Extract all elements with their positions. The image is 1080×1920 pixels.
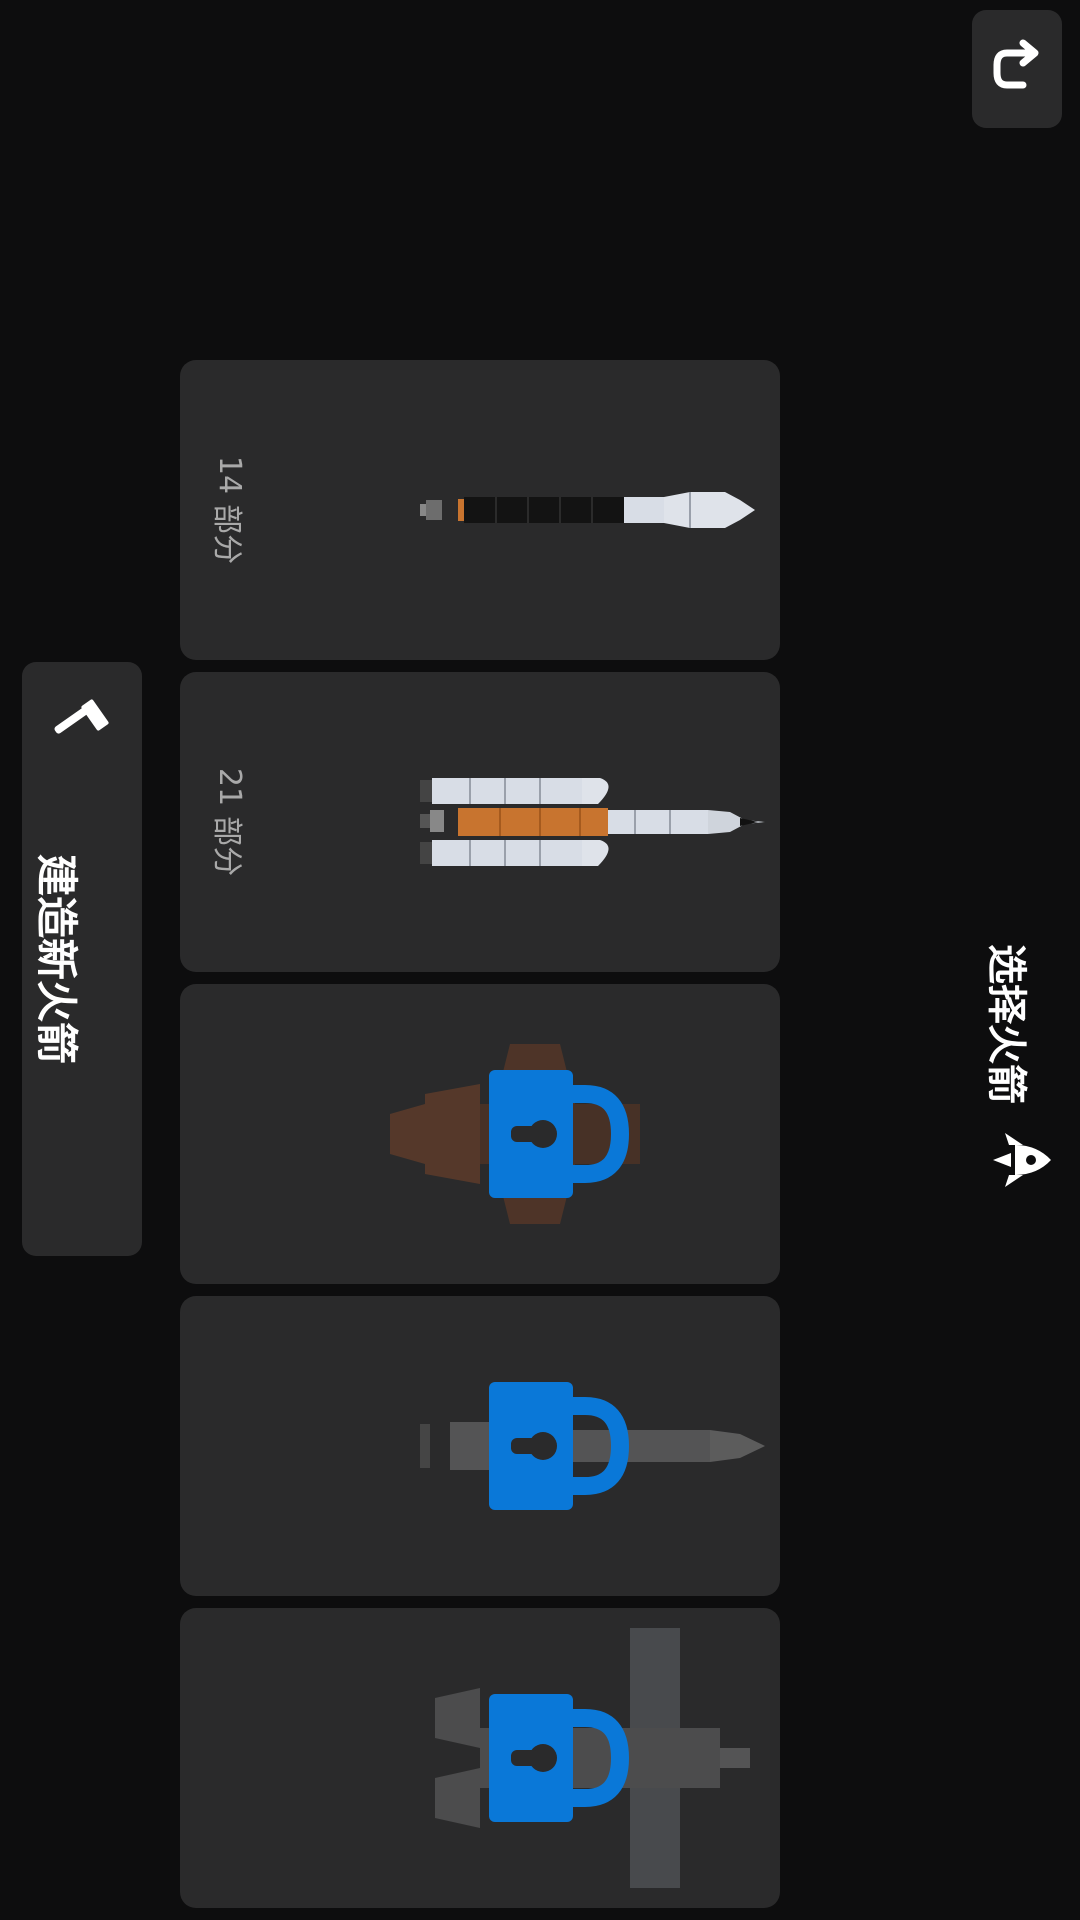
undo-button[interactable] [972, 10, 1062, 128]
rocket-preview-1 [420, 492, 755, 528]
lock-icon [489, 1694, 630, 1822]
undo-icon [993, 39, 1039, 89]
rocket-icon [993, 1133, 1051, 1187]
rocket-card-5-locked[interactable] [180, 1608, 780, 1908]
rocket-card-1[interactable]: 14 部分 [180, 360, 780, 660]
lock-icon [489, 1382, 630, 1510]
rocket-card-3-locked[interactable] [180, 984, 780, 1284]
lock-icon [489, 1070, 630, 1198]
rocket-preview-2 [420, 778, 765, 866]
rocket-card-4-locked[interactable] [180, 1296, 780, 1596]
rocket-card-2[interactable]: 21 部分 [180, 672, 780, 972]
hammer-icon [54, 699, 109, 734]
build-button-label: 建造新火箭 [32, 853, 82, 1064]
